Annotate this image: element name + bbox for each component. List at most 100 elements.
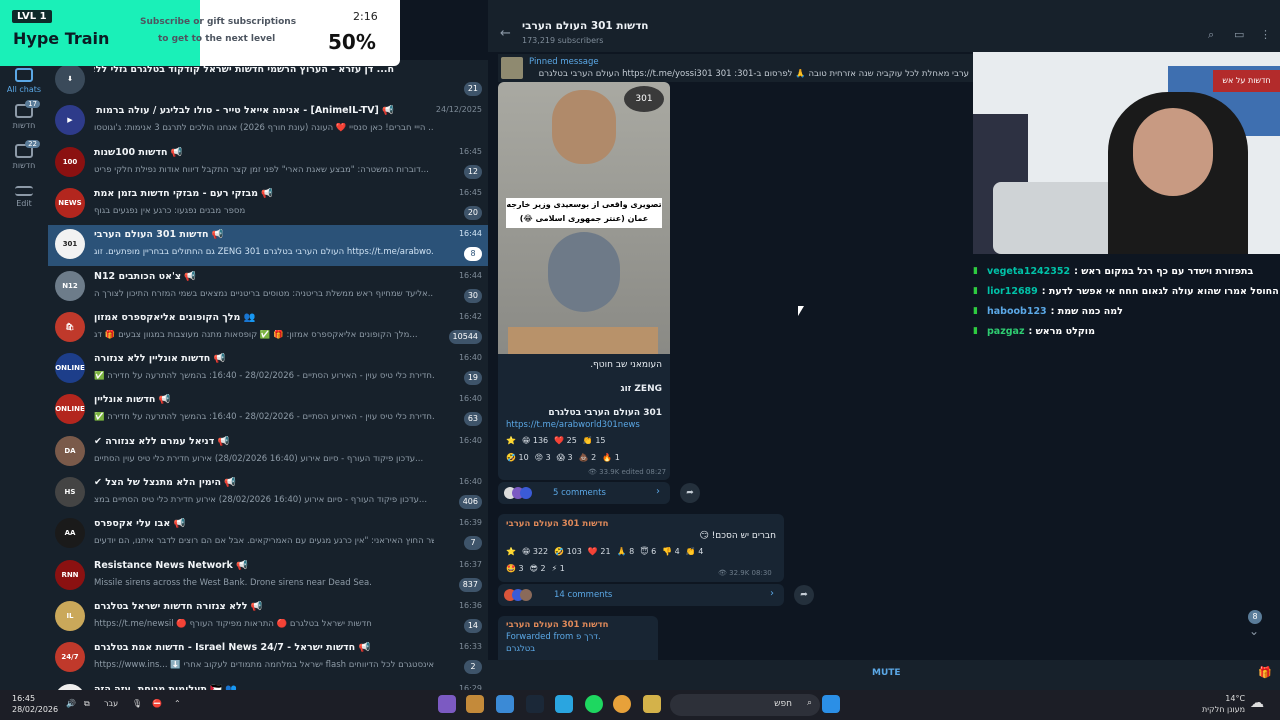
- network-icon[interactable]: ⧉: [84, 699, 90, 709]
- message-post-1[interactable]: 301 تصویری واقعی از بوسعیدی وزیر خارجه ع…: [498, 82, 670, 480]
- telegram-icon[interactable]: [555, 695, 573, 713]
- chat-row[interactable]: 24/7 📢 חדשות ישראל - Israel News 24/7 - ח…: [48, 638, 488, 679]
- reaction[interactable]: 😡 3: [535, 453, 551, 462]
- reaction[interactable]: ⭐: [506, 436, 516, 445]
- chat-text: בתפזורת וישדר עם כף רגל במקום ראש: [1081, 266, 1254, 277]
- reaction[interactable]: 👏 4: [686, 547, 704, 556]
- folder-icon[interactable]: [643, 695, 661, 713]
- reactions-row-1[interactable]: ⭐ 😁 136 ❤️ 25 👏 15: [506, 436, 612, 445]
- spotify-icon[interactable]: [585, 695, 603, 713]
- hype-timer: 2:16: [353, 10, 378, 23]
- chat-row[interactable]: N12 📢 צ'אט הכותבים N12 16:44 אליעד שמחיוף ר…: [48, 267, 488, 308]
- comments-link[interactable]: 5 comments: [553, 488, 606, 498]
- weather-widget[interactable]: 14°C מעונן חלקית: [1202, 693, 1245, 715]
- comments-bar-1[interactable]: 5 comments ›: [498, 482, 670, 504]
- reaction[interactable]: 🙏 8: [617, 547, 635, 556]
- reaction[interactable]: 😇 6: [640, 547, 656, 556]
- back-arrow-icon[interactable]: ←: [500, 26, 511, 41]
- reactions-row-2[interactable]: 🤩 3 😎 2 ⚡ 1: [506, 564, 571, 573]
- bed-shape: [993, 182, 1123, 254]
- chat-row[interactable]: ⬇ ח... דן עזרא - הערוץ הרשמי חדשות ישראל …: [48, 60, 488, 101]
- reaction[interactable]: 😱 3: [557, 453, 573, 462]
- windows-start-icon[interactable]: [822, 695, 840, 713]
- taskbar-search[interactable]: חפש ⌕: [670, 694, 820, 716]
- sidebar-toggle-icon[interactable]: ▭: [1234, 28, 1244, 41]
- hype-level-badge: LVL 1: [12, 10, 52, 23]
- gift-icon[interactable]: 🎁: [1258, 666, 1272, 679]
- reaction[interactable]: 👏 15: [583, 436, 606, 445]
- mute-button[interactable]: MUTE: [872, 668, 901, 678]
- reaction[interactable]: 🔥 1: [602, 453, 620, 462]
- commenter-avatar: [520, 487, 532, 499]
- post-link[interactable]: https://t.me/arabworld301news: [506, 420, 640, 430]
- chat-username[interactable]: pazgaz: [987, 326, 1024, 337]
- reactions-row-2[interactable]: 🤣 10 😡 3 😱 3 💩 2 🔥 1: [506, 453, 626, 462]
- post-author[interactable]: חדשות 301 העולם הערבי: [506, 519, 608, 529]
- scroll-down-icon[interactable]: ⌄: [1240, 624, 1268, 646]
- reaction[interactable]: 💩 2: [579, 453, 597, 462]
- folder-news-2[interactable]: 22 חדשות: [0, 140, 48, 170]
- chat-row[interactable]: IL 📢 ללא צנזורה חדשות ישראל בטלגרם 16:36 ht…: [48, 597, 488, 638]
- chat-preview: אליעד שמחיוף ראש ממשלת בריטניה: מטוסים ב…: [94, 288, 434, 299]
- chrome-icon[interactable]: [613, 695, 631, 713]
- forwarded-from[interactable]: Forwarded from דרך פ.: [506, 632, 601, 642]
- chat-row[interactable]: 🛍 👥 מלך הקופונים אליאקספרס אמזון 16:42 מלך …: [48, 308, 488, 349]
- chat-row[interactable]: 👥 🇵🇸 תעלומות מנוחת, עזה הזה 16:29: [48, 680, 488, 690]
- more-vertical-icon[interactable]: ⋮: [1260, 28, 1271, 41]
- steam-icon[interactable]: [526, 695, 544, 713]
- discord-icon[interactable]: [438, 695, 456, 713]
- share-button[interactable]: ➦: [794, 585, 814, 605]
- chat-row[interactable]: NEWS 📢 מבזקי רעם - מבזקי חדשות בזמן אמת 16…: [48, 184, 488, 225]
- share-button[interactable]: ➦: [680, 483, 700, 503]
- reaction[interactable]: 🤣 103: [554, 547, 582, 556]
- chat-row[interactable]: DA 📢 דניאל עמרם ללא צנזורה ✔ 16:40 עדכון פי…: [48, 432, 488, 473]
- folder-news-1[interactable]: 17 חדשות: [0, 100, 48, 130]
- reaction[interactable]: 🤣 10: [506, 453, 529, 462]
- pinned-message-bar[interactable]: Pinned message ערבי מאחלת לכל עוקביה שנה…: [498, 54, 974, 82]
- chat-row[interactable]: 100 📢 חדשות 100שנות 16:45 דוברות המשטרה: "מ…: [48, 143, 488, 184]
- chevron-up-icon[interactable]: ⌃: [174, 699, 181, 708]
- chat-row[interactable]: ONLINE 📢 חדשות אונליין 16:40 ✅ חדירת כלי טי…: [48, 390, 488, 431]
- wifi-off-icon[interactable]: ⛔: [152, 699, 162, 708]
- folder-edit[interactable]: Edit: [0, 186, 48, 208]
- reactions-row-1[interactable]: ⭐ 😁 322 🤣 103 ❤️ 21 🙏 8 😇 6 👎 4 👏 4: [506, 547, 709, 556]
- chat-list[interactable]: ⬇ ח... דן עזרא - הערוץ הרשמי חדשות ישראל …: [48, 60, 488, 690]
- search-icon[interactable]: ⌕: [1208, 28, 1214, 42]
- chat-row[interactable]: ONLINE 📢 חדשות אונליין ללא צנזורה 16:40 ✅ ח…: [48, 349, 488, 390]
- reaction[interactable]: 🤩 3: [506, 564, 524, 573]
- reaction[interactable]: 😁 136: [522, 436, 548, 445]
- reaction[interactable]: 😁 322: [522, 547, 548, 556]
- post-line-1: העומאני שב חוטף.: [590, 360, 662, 370]
- chat-row[interactable]: HS 📢 הימין הלא מתנצל של הצל ✔ 16:40 עדכון פ…: [48, 473, 488, 514]
- taskbar-clock[interactable]: 16:45 28/02/2026: [12, 693, 58, 715]
- chat-row[interactable]: ▶ 📢 [AnimeIL-TV] - אנימה אייאל טייר - סול…: [48, 101, 488, 142]
- message-post-2[interactable]: חדשות 301 העולם הערבי חברים יש הסכם! 😏 ⭐…: [498, 514, 784, 582]
- chat-username[interactable]: vegeta1242352: [987, 266, 1070, 277]
- folder-all-chats[interactable]: All chats: [0, 68, 48, 94]
- app-icon[interactable]: [466, 695, 484, 713]
- chat-row[interactable]: AA 📢 אבו עלי אקספרס 16:39 שר החוץ האיראני: …: [48, 514, 488, 555]
- chat-row[interactable]: 301 📢 חדשות 301 העולם הערבי 16:44 גם החתולי…: [48, 225, 488, 267]
- language-indicator[interactable]: עבר: [104, 699, 118, 708]
- volume-icon[interactable]: 🔊: [66, 699, 76, 708]
- post-image[interactable]: 301 تصویری واقعی از بوسعیدی وزیر خارجه ع…: [498, 82, 670, 354]
- mic-icon[interactable]: 🎙: [132, 699, 142, 708]
- post-line-2: זוג ZENG: [620, 384, 662, 394]
- reaction[interactable]: ⭐: [506, 547, 516, 556]
- post-author[interactable]: חדשות 301 העולם הערבי: [506, 620, 608, 630]
- reaction[interactable]: ❤️ 25: [554, 436, 577, 445]
- chat-username[interactable]: haboob123: [987, 306, 1047, 317]
- channel-title[interactable]: חדשות 301 העולם הערבי: [522, 20, 649, 32]
- message-post-3[interactable]: חדשות 301 העולם הערבי Forwarded from דרך…: [498, 616, 658, 660]
- chat-preview: שר החוץ האיראני: "אין כרגע מגעים עם האמר…: [94, 536, 434, 547]
- reaction[interactable]: ❤️ 21: [588, 547, 611, 556]
- chat-row[interactable]: RNN 📢 Resistance News Network 16:37 Missile…: [48, 556, 488, 597]
- reaction[interactable]: ⚡ 1: [552, 564, 565, 573]
- chat-username[interactable]: lior12689: [987, 286, 1038, 297]
- comments-link[interactable]: 14 comments: [554, 590, 612, 600]
- reaction[interactable]: 👎 4: [662, 547, 680, 556]
- comments-bar-2[interactable]: 14 comments ›: [498, 584, 784, 606]
- forwarded-name[interactable]: דרך פ.: [576, 632, 601, 642]
- reaction[interactable]: 😎 2: [530, 564, 546, 573]
- notepad-icon[interactable]: [496, 695, 514, 713]
